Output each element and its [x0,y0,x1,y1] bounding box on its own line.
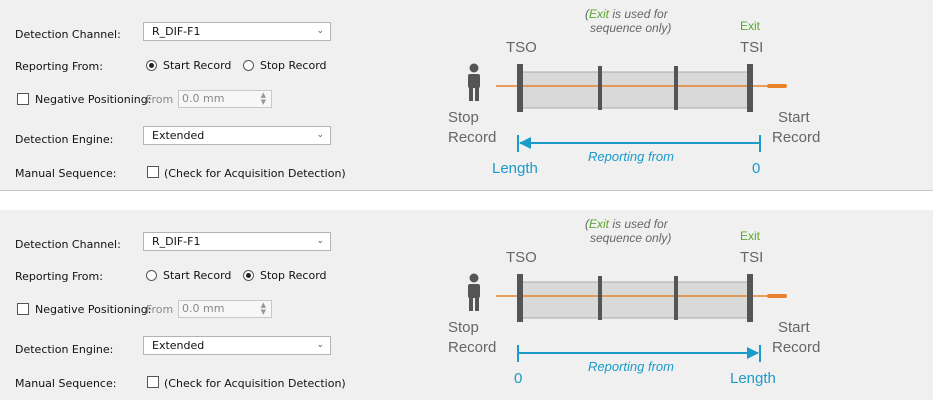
radio-start-record[interactable]: Start Record [146,269,231,282]
radio-start-record-label: Start Record [163,269,232,282]
radio-start-record[interactable]: Start Record [146,59,231,72]
exit-note-line1: (Exit is used for [585,217,669,231]
radio-start-record-label: Start Record [163,59,232,72]
exit-label: Exit [740,229,761,243]
stepper-arrows-icon[interactable]: ▲ ▼ [261,302,266,316]
detection-engine-select[interactable]: Extended ⌄ [143,126,331,145]
from-label: From [146,93,174,106]
radio-dot [146,270,157,281]
start-record-line1: Start [778,319,811,336]
chevron-down-icon: ⌄ [316,236,324,246]
person-icon [468,63,480,101]
manual-sequence-checkbox[interactable] [147,166,159,178]
reporting-from-label: Reporting From: [15,270,103,283]
reporting-from-text: Reporting from [588,359,674,374]
left-value: Length [492,160,538,177]
divider-bar [598,276,602,320]
person-icon [468,273,480,311]
manual-sequence-label: Manual Sequence: [15,377,117,390]
tso-bar [517,64,523,112]
radio-stop-record-label: Stop Record [260,269,327,282]
reporting-diagram-stop: (Exit is used for sequence only) Exit TS… [448,217,820,387]
negative-positioning-checkbox[interactable] [17,303,29,315]
radio-stop-record-label: Stop Record [260,59,327,72]
reporting-arrow-head [519,137,531,149]
manual-sequence-checkbox-label: (Check for Acquisition Detection) [164,167,346,180]
manual-sequence-checkbox-label: (Check for Acquisition Detection) [164,377,346,390]
stepper-arrows-icon[interactable]: ▲ ▼ [261,92,266,106]
radio-dot-selected [243,270,254,281]
detection-channel-value: R_DIF-F1 [152,25,201,38]
stop-record-line1: Stop [448,319,479,336]
manual-sequence-label: Manual Sequence: [15,167,117,180]
tso-label: TSO [506,39,537,56]
detection-engine-select[interactable]: Extended ⌄ [143,336,331,355]
left-value: 0 [514,370,522,387]
detection-channel-label: Detection Channel: [15,238,121,251]
exit-note-line1: (Exit is used for [585,7,669,21]
stop-record-line1: Stop [448,109,479,126]
exit-note-line2: sequence only) [590,21,671,35]
tubing-body [519,71,751,109]
from-label: From [146,303,174,316]
negative-position-value: 0.0 mm [182,302,225,315]
start-record-line2: Record [772,129,820,146]
negative-positioning-label: Negative Positioning: [35,93,152,106]
tubing-body [519,281,751,319]
reporting-from-label: Reporting From: [15,60,103,73]
tsi-bar [747,64,753,112]
detection-engine-value: Extended [152,339,205,352]
stop-record-line2: Record [448,129,496,146]
radio-dot [243,60,254,71]
detection-channel-select[interactable]: R_DIF-F1 ⌄ [143,22,331,41]
divider-bar [674,66,678,110]
exit-note-line2: sequence only) [590,231,671,245]
radio-stop-record[interactable]: Stop Record [243,269,327,282]
manual-sequence-checkbox[interactable] [147,376,159,388]
divider-bar [598,66,602,110]
start-record-line2: Record [772,339,820,356]
tsi-label: TSI [740,249,763,266]
right-value: 0 [752,160,760,177]
reporting-arrow-head [747,347,759,359]
detection-engine-label: Detection Engine: [15,133,114,146]
right-value: Length [730,370,776,387]
radio-dot-selected [146,60,157,71]
reporting-diagram-start: (Exit is used for sequence only) Exit TS… [448,7,820,177]
tsi-bar [747,274,753,322]
detection-engine-label: Detection Engine: [15,343,114,356]
tso-label: TSO [506,249,537,266]
divider-bar [674,276,678,320]
chevron-down-icon: ⌄ [316,26,324,36]
tsi-label: TSI [740,39,763,56]
exit-label: Exit [740,19,761,33]
chevron-down-icon: ⌄ [316,340,324,350]
detection-channel-label: Detection Channel: [15,28,121,41]
detection-channel-select[interactable]: R_DIF-F1 ⌄ [143,232,331,251]
tso-bar [517,274,523,322]
stop-record-line2: Record [448,339,496,356]
radio-stop-record[interactable]: Stop Record [243,59,327,72]
detection-channel-value: R_DIF-F1 [152,235,201,248]
negative-positioning-checkbox[interactable] [17,93,29,105]
chevron-down-icon: ⌄ [316,130,324,140]
negative-position-stepper[interactable]: 0.0 mm ▲ ▼ [178,300,272,318]
negative-position-stepper[interactable]: 0.0 mm ▲ ▼ [178,90,272,108]
start-record-line1: Start [778,109,811,126]
reporting-from-text: Reporting from [588,149,674,164]
negative-position-value: 0.0 mm [182,92,225,105]
negative-positioning-label: Negative Positioning: [35,303,152,316]
detection-engine-value: Extended [152,129,205,142]
